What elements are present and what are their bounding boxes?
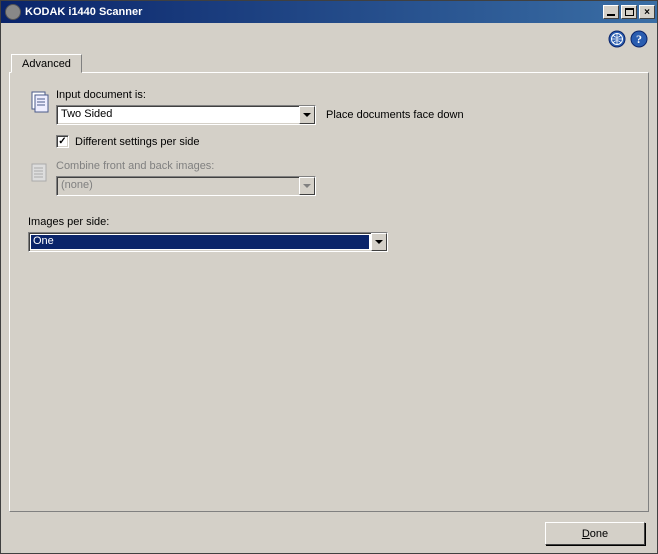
home-icon[interactable]	[605, 29, 627, 52]
done-button[interactable]: Done	[545, 522, 645, 545]
input-document-label: Input document is:	[56, 89, 630, 101]
images-per-side-select[interactable]: One	[28, 232, 388, 252]
combine-label: Combine front and back images:	[56, 160, 630, 172]
tab-advanced[interactable]: Advanced	[11, 54, 82, 73]
chevron-down-icon	[371, 233, 387, 251]
combine-icon	[28, 160, 56, 187]
placement-hint: Place documents face down	[326, 109, 464, 121]
chevron-down-icon	[299, 106, 315, 124]
minimize-button[interactable]	[603, 5, 619, 19]
titlebar[interactable]: KODAK i1440 Scanner ×	[1, 1, 657, 23]
different-settings-checkbox[interactable]: ✓	[56, 135, 69, 148]
client-area: ? Advanced	[1, 23, 657, 553]
app-icon	[5, 4, 21, 20]
svg-text:?: ?	[636, 32, 642, 46]
maximize-button[interactable]	[621, 5, 637, 19]
check-icon: ✓	[58, 137, 66, 147]
help-icon[interactable]: ?	[627, 29, 649, 52]
close-button[interactable]: ×	[639, 5, 655, 19]
advanced-tab-pane: Input document is: Two Sided Place docum…	[9, 72, 649, 512]
different-settings-label: Different settings per side	[75, 136, 200, 148]
scanner-settings-window: KODAK i1440 Scanner × ?	[0, 0, 658, 554]
document-icon	[28, 89, 56, 116]
window-title: KODAK i1440 Scanner	[25, 6, 601, 18]
chevron-down-icon	[299, 177, 315, 195]
combine-select: (none)	[56, 176, 316, 196]
input-document-select[interactable]: Two Sided	[56, 105, 316, 125]
images-per-side-label: Images per side:	[28, 216, 630, 228]
